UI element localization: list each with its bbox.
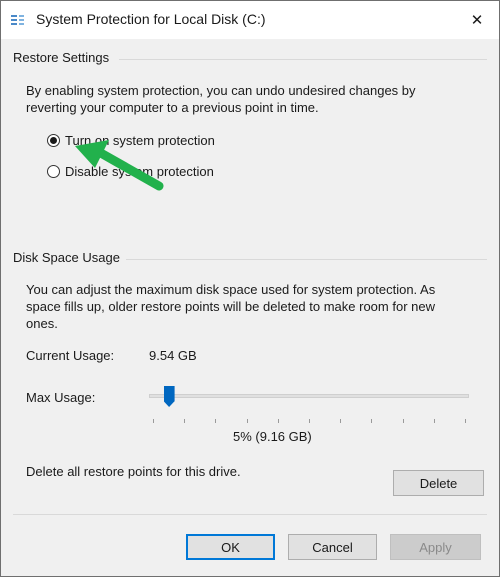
current-usage-label: Current Usage:	[26, 348, 115, 363]
footer-separator	[13, 514, 487, 515]
close-icon: ✕	[470, 12, 484, 29]
restore-settings-divider	[119, 59, 487, 60]
delete-restore-points-text: Delete all restore points for this drive…	[26, 464, 241, 479]
disk-space-divider	[123, 259, 487, 260]
slider-tick	[309, 419, 310, 423]
disk-space-heading: Disk Space Usage	[13, 250, 126, 265]
slider-tick	[465, 419, 466, 423]
ok-button[interactable]: OK	[186, 534, 275, 560]
close-button[interactable]: ✕	[455, 1, 499, 39]
system-protection-icon	[11, 15, 24, 25]
slider-tick	[184, 419, 186, 423]
max-usage-slider-track[interactable]	[149, 394, 469, 398]
window-title: System Protection for Local Disk (C:)	[36, 11, 266, 27]
dialog-window: System Protection for Local Disk (C:) ✕ …	[0, 0, 500, 577]
title-bar: System Protection for Local Disk (C:) ✕	[1, 1, 499, 39]
apply-button[interactable]: Apply	[390, 534, 481, 560]
annotation-arrow-icon	[75, 140, 164, 191]
cancel-button[interactable]: Cancel	[288, 534, 377, 560]
delete-button[interactable]: Delete	[393, 470, 484, 496]
turn-on-protection-radio[interactable]	[47, 134, 60, 147]
slider-tick	[433, 419, 435, 423]
current-usage-value: 9.54 GB	[149, 348, 197, 363]
max-usage-slider-thumb[interactable]	[163, 386, 175, 407]
slider-tick	[215, 419, 217, 423]
slider-tick	[277, 419, 279, 423]
slider-tick	[153, 419, 154, 423]
disk-space-description: You can adjust the maximum disk space us…	[26, 282, 436, 331]
max-usage-label: Max Usage:	[26, 390, 96, 405]
disable-protection-radio[interactable]	[47, 165, 60, 178]
restore-settings-heading: Restore Settings	[13, 50, 116, 65]
max-usage-readout: 5% (9.16 GB)	[233, 429, 312, 444]
slider-tick	[340, 419, 342, 423]
slider-tick	[402, 419, 404, 423]
slider-tick	[246, 419, 248, 423]
restore-settings-description: By enabling system protection, you can u…	[26, 83, 416, 115]
slider-tick	[371, 419, 373, 423]
